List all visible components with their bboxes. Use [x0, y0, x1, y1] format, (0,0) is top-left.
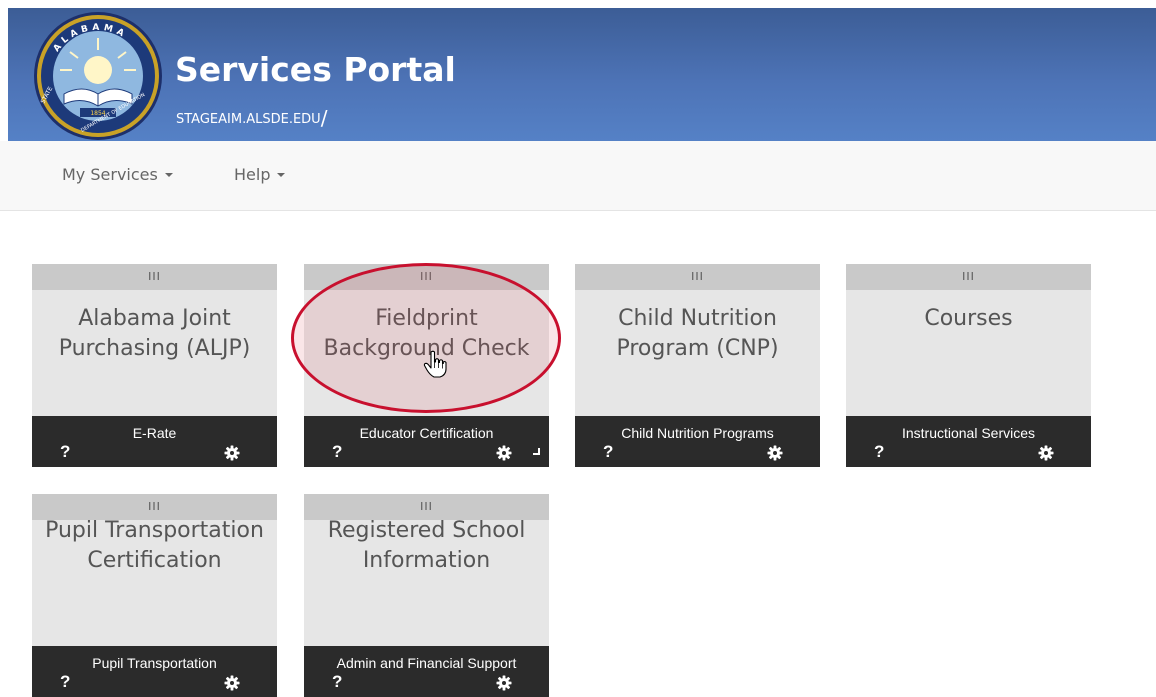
- caret-down-icon: [277, 173, 286, 177]
- caret-down-icon: [164, 173, 173, 177]
- tile-footer: Pupil Transportation ?: [32, 646, 277, 697]
- tile-footer: E-Rate ?: [32, 416, 277, 467]
- help-icon[interactable]: ?: [332, 672, 342, 692]
- service-tile-fieldprint[interactable]: III Fieldprint Background Check Educator…: [304, 264, 549, 467]
- tile-category: Pupil Transportation: [92, 655, 217, 671]
- drag-handle-icon[interactable]: III: [846, 264, 1091, 290]
- gear-icon[interactable]: [1038, 445, 1054, 461]
- tile-title[interactable]: Registered School Information: [310, 516, 543, 576]
- help-icon[interactable]: ?: [60, 442, 70, 462]
- service-tile-registered-school[interactable]: III Registered School Information Admin …: [304, 494, 549, 697]
- portal-url: STAGEAIM.ALSDE.EDU/: [176, 106, 327, 130]
- help-icon[interactable]: ?: [874, 442, 884, 462]
- nav-help-label: Help: [234, 165, 271, 184]
- help-icon[interactable]: ?: [332, 442, 342, 462]
- drag-handle-icon[interactable]: III: [304, 264, 549, 290]
- gear-icon[interactable]: [767, 445, 783, 461]
- gear-icon[interactable]: [496, 445, 512, 461]
- tile-category: Educator Certification: [359, 425, 494, 441]
- tile-footer: Admin and Financial Support ?: [304, 646, 549, 697]
- drag-handle-icon[interactable]: III: [575, 264, 820, 290]
- service-tile-aljp[interactable]: III Alabama Joint Purchasing (ALJP) E-Ra…: [32, 264, 277, 467]
- gear-icon[interactable]: [224, 675, 240, 691]
- tile-category: E-Rate: [132, 425, 177, 441]
- alsde-seal-icon[interactable]: 1854 ALABAMA STATE DEPARTMENT OF EDUCATI…: [20, 8, 170, 141]
- resize-corner-icon[interactable]: [533, 448, 540, 455]
- main-navbar: My Services Help: [0, 141, 1156, 211]
- tile-category: Instructional Services: [901, 425, 1036, 441]
- service-tile-courses[interactable]: III Courses Instructional Services ?: [846, 264, 1091, 467]
- tile-footer: Educator Certification ?: [304, 416, 549, 467]
- tile-title[interactable]: Alabama Joint Purchasing (ALJP): [38, 304, 271, 364]
- nav-my-services[interactable]: My Services: [62, 165, 173, 184]
- portal-url-text: STAGEAIM.ALSDE.EDU: [176, 112, 321, 127]
- gear-icon[interactable]: [496, 675, 512, 691]
- portal-header: 1854 ALABAMA STATE DEPARTMENT OF EDUCATI…: [8, 8, 1156, 141]
- tile-category: Child Nutrition Programs: [621, 425, 774, 441]
- tile-title[interactable]: Courses: [852, 304, 1085, 334]
- portal-title: Services Portal: [175, 50, 456, 89]
- gear-icon[interactable]: [224, 445, 240, 461]
- tile-footer: Child Nutrition Programs ?: [575, 416, 820, 467]
- service-tile-pupil-transportation[interactable]: III Pupil Transportation Certification P…: [32, 494, 277, 697]
- tile-title[interactable]: Child Nutrition Program (CNP): [581, 304, 814, 364]
- help-icon[interactable]: ?: [60, 672, 70, 692]
- tile-footer: Instructional Services ?: [846, 416, 1091, 467]
- drag-handle-icon[interactable]: III: [32, 264, 277, 290]
- nav-my-services-label: My Services: [62, 165, 158, 184]
- tile-title[interactable]: Pupil Transportation Certification: [38, 516, 271, 576]
- nav-help[interactable]: Help: [234, 165, 286, 184]
- service-tile-cnp[interactable]: III Child Nutrition Program (CNP) Child …: [575, 264, 820, 467]
- tile-category: Admin and Financial Support: [336, 655, 517, 671]
- tile-title[interactable]: Fieldprint Background Check: [310, 304, 543, 364]
- portal-url-slash: /: [320, 106, 328, 130]
- help-icon[interactable]: ?: [603, 442, 613, 462]
